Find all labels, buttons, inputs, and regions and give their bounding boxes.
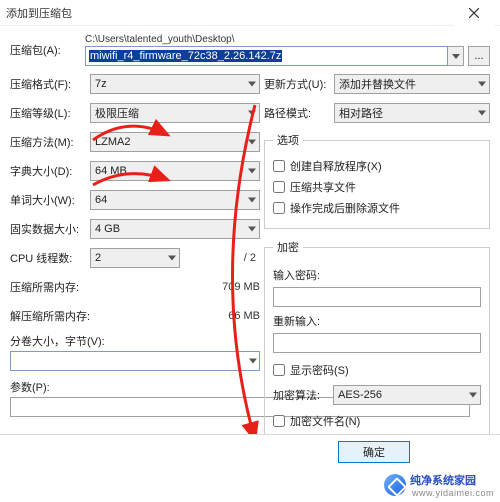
- password2-label: 重新输入:: [273, 313, 481, 329]
- watermark-icon: [384, 474, 406, 496]
- algo-label: 加密算法:: [273, 387, 333, 403]
- show-password-checkbox[interactable]: 显示密码(S): [273, 361, 481, 379]
- format-label: 压缩格式(F):: [10, 76, 90, 92]
- update-label: 更新方式(U):: [264, 76, 334, 92]
- format-select[interactable]: 7z: [90, 74, 260, 94]
- dict-label: 字典大小(D):: [10, 163, 90, 179]
- level-select[interactable]: 极限压缩: [90, 103, 260, 123]
- encrypt-names-checkbox[interactable]: 加密文件名(N): [273, 412, 481, 430]
- word-label: 单词大小(W):: [10, 192, 90, 208]
- options-legend: 选项: [273, 132, 303, 148]
- cpu-select[interactable]: 2: [90, 248, 180, 268]
- archive-path-prefix: C:\Users\talented_youth\Desktop\: [85, 34, 490, 45]
- pathmode-select[interactable]: 相对路径: [334, 103, 490, 123]
- algo-select[interactable]: AES-256: [333, 385, 481, 405]
- sfx-checkbox[interactable]: 创建自释放程序(X): [273, 157, 481, 175]
- encryption-group: 加密 输入密码: 重新输入: 显示密码(S) 加密算法:AES-256 加密文件…: [264, 239, 490, 442]
- split-label: 分卷大小，字节(V):: [10, 333, 260, 349]
- dict-select[interactable]: 64 MB: [90, 161, 260, 181]
- delete-checkbox[interactable]: 操作完成后删除源文件: [273, 199, 481, 217]
- memc-label: 压缩所需内存:: [10, 279, 204, 295]
- cpu-total: / 2: [182, 252, 260, 264]
- password-label: 输入密码:: [273, 267, 481, 283]
- window-title: 添加到压缩包: [6, 5, 72, 21]
- watermark: 纯净系统家园 www.yidaimei.com: [384, 472, 494, 498]
- level-label: 压缩等级(L):: [10, 105, 90, 121]
- method-label: 压缩方法(M):: [10, 134, 90, 150]
- pathmode-label: 路径模式:: [264, 105, 334, 121]
- watermark-url: www.yidaimei.com: [412, 488, 494, 498]
- memc-value: 709 MB: [210, 281, 260, 293]
- cpu-label: CPU 线程数:: [10, 250, 90, 266]
- archive-filename-input[interactable]: miwifi_r4_firmware_72c38_2.26.142.7z: [85, 46, 448, 66]
- ok-button[interactable]: 确定: [338, 441, 410, 463]
- shared-checkbox[interactable]: 压缩共享文件: [273, 178, 481, 196]
- watermark-brand: 纯净系统家园: [410, 472, 494, 488]
- archive-filename-selection: miwifi_r4_firmware_72c38_2.26.142.7z: [89, 50, 282, 62]
- close-button[interactable]: [454, 0, 494, 26]
- params-label: 参数(P):: [10, 379, 260, 395]
- options-group: 选项 创建自释放程序(X) 压缩共享文件 操作完成后删除源文件: [264, 132, 490, 229]
- password-input[interactable]: [273, 287, 481, 307]
- password2-input[interactable]: [273, 333, 481, 353]
- archive-label: 压缩包(A):: [10, 42, 85, 58]
- split-input[interactable]: [10, 351, 260, 371]
- solid-label: 固实数据大小:: [10, 221, 90, 237]
- method-select[interactable]: LZMA2: [90, 132, 260, 152]
- solid-select[interactable]: 4 GB: [90, 219, 260, 239]
- update-select[interactable]: 添加并替换文件: [334, 74, 490, 94]
- encryption-legend: 加密: [273, 239, 303, 255]
- memd-value: 66 MB: [210, 310, 260, 322]
- archive-history-dropdown[interactable]: [448, 46, 464, 66]
- browse-button[interactable]: ...: [468, 46, 490, 66]
- memd-label: 解压缩所需内存:: [10, 308, 204, 324]
- word-select[interactable]: 64: [90, 190, 260, 210]
